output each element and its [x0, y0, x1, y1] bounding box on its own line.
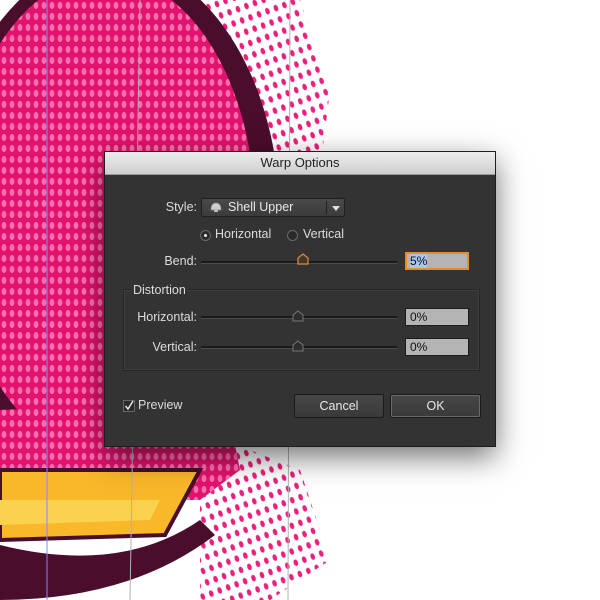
bend-slider-thumb[interactable] — [297, 253, 309, 265]
distortion-group — [123, 289, 480, 371]
distortion-horizontal-label: Horizontal: — [137, 310, 197, 324]
cancel-button[interactable]: Cancel — [294, 394, 384, 418]
horizontal-radio[interactable] — [200, 230, 211, 241]
chevron-down-icon — [332, 206, 340, 211]
distortion-horizontal-field[interactable]: 0% — [405, 308, 469, 326]
preview-checkbox[interactable] — [123, 400, 135, 412]
distortion-vertical-label: Vertical: — [152, 340, 197, 354]
bend-label: Bend: — [164, 254, 197, 268]
vertical-radio[interactable] — [287, 230, 298, 241]
horizontal-radio-label[interactable]: Horizontal — [215, 227, 271, 241]
style-value: Shell Upper — [228, 200, 294, 214]
style-dropdown[interactable]: Shell Upper — [201, 198, 345, 217]
style-label: Style: — [165, 200, 197, 214]
warp-options-dialog: Warp Options Style: Shell Upper Horizont… — [104, 151, 496, 447]
preview-label[interactable]: Preview — [138, 398, 182, 412]
shell-upper-icon — [210, 202, 222, 212]
distortion-vertical-field[interactable]: 0% — [405, 338, 469, 356]
dialog-title: Warp Options — [105, 152, 495, 175]
ok-button[interactable]: OK — [390, 394, 481, 418]
bend-value-field[interactable]: 5% — [405, 252, 469, 270]
distortion-group-label: Distortion — [131, 283, 188, 297]
vertical-radio-label[interactable]: Vertical — [303, 227, 344, 241]
distortion-vertical-thumb[interactable] — [292, 340, 304, 352]
distortion-horizontal-thumb[interactable] — [292, 310, 304, 322]
